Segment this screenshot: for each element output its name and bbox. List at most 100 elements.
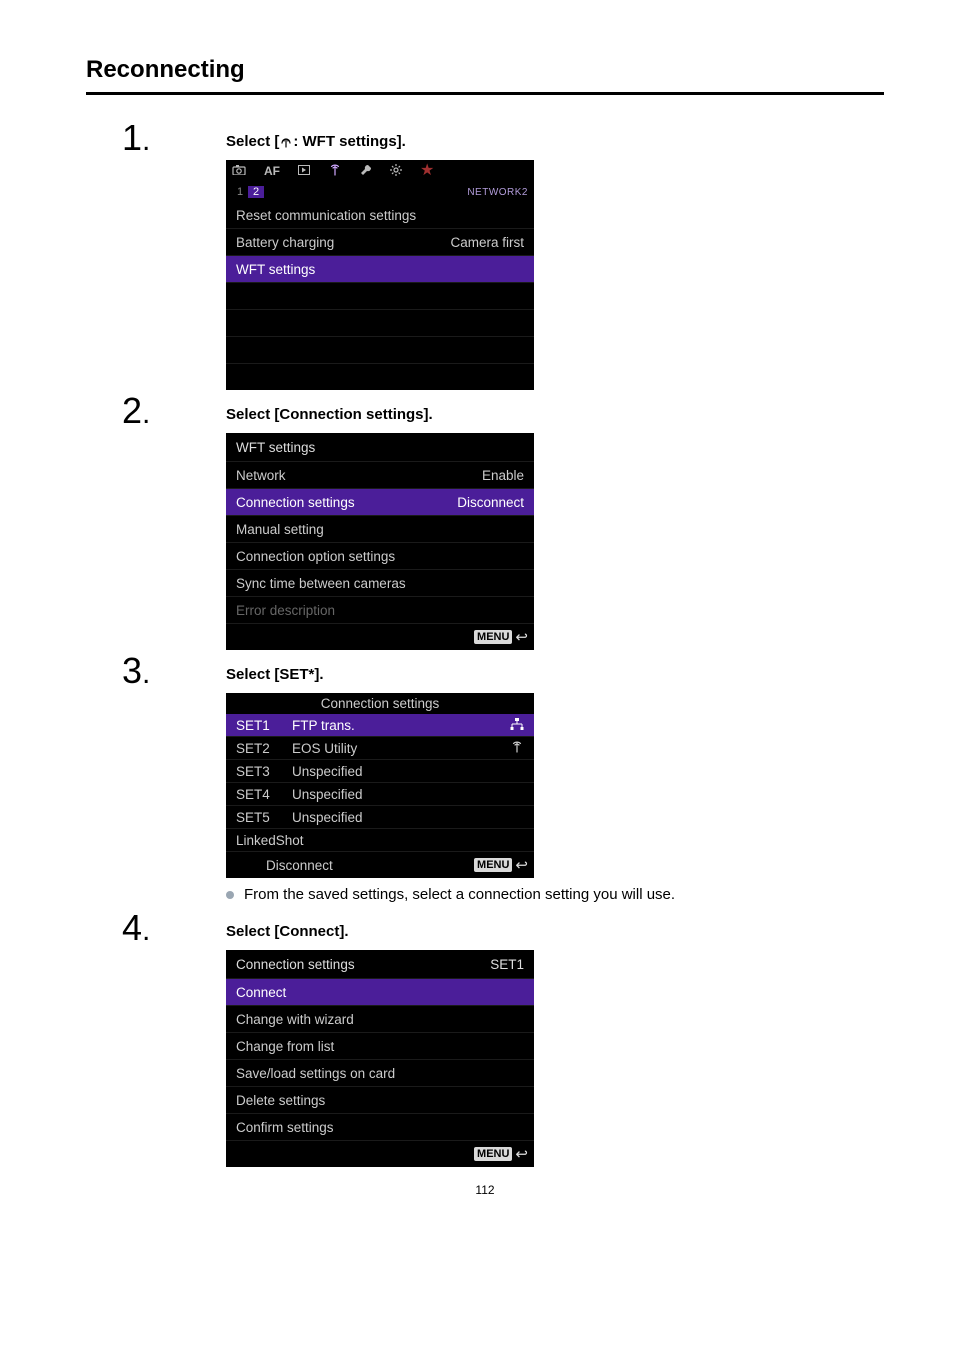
play-icon [298, 164, 310, 178]
menu-row-change-wizard: Change with wizard [226, 1006, 534, 1033]
set-value: Unspecified [292, 810, 363, 825]
empty-row [226, 310, 534, 337]
set-row-set4: SET4 Unspecified [226, 783, 534, 806]
menu-row-change-list: Change from list [226, 1033, 534, 1060]
step-4-instruction: Select [Connect]. [226, 923, 884, 940]
camera-screen-network-tab: AF ★ 1 2 NETWORK2 [226, 160, 534, 390]
step-3: 3 Select [SET*]. Connection settings SET… [170, 666, 884, 903]
row-text: Change from list [236, 1039, 334, 1054]
step-4: 4 Select [Connect]. Connection settings … [170, 923, 884, 1167]
set-label: LinkedShot [236, 833, 304, 848]
set-row-set1: SET1 FTP trans. [226, 714, 534, 737]
star-icon: ★ [420, 166, 434, 176]
step-number: 3 [122, 650, 150, 692]
row-text: WFT settings [236, 262, 315, 277]
antenna-icon [510, 741, 524, 756]
step-number: 2 [122, 390, 150, 432]
row-text: Confirm settings [236, 1120, 334, 1135]
page-number: 112 [86, 1183, 884, 1197]
header-text: WFT settings [236, 440, 315, 455]
camera-screen-connection-settings: Connection settings SET1 FTP trans. SET2… [226, 693, 534, 878]
set-label: SET2 [236, 741, 278, 756]
menu-row-network: Network Enable [226, 462, 534, 489]
row-text: Connection settings [236, 495, 355, 510]
row-text: Sync time between cameras [236, 576, 406, 591]
step-2: 2 Select [Connection settings]. WFT sett… [170, 406, 884, 650]
antenna-icon [279, 136, 293, 151]
tab-bar: AF ★ [226, 160, 534, 182]
empty-row [226, 364, 534, 390]
set-label: SET3 [236, 764, 278, 779]
menu-label: MENU [474, 1147, 512, 1161]
set-row-set3: SET3 Unspecified [226, 760, 534, 783]
bullet-icon [226, 891, 234, 899]
set-label: SET5 [236, 810, 278, 825]
row-text: Connection option settings [236, 549, 395, 564]
menu-row-reset-comm: Reset communication settings [226, 202, 534, 229]
menu-label: MENU [474, 630, 512, 644]
row-value: Disconnect [457, 495, 524, 510]
subtab-1: 1 [232, 186, 248, 198]
empty-row [226, 337, 534, 364]
menu-row-confirm-settings: Confirm settings [226, 1114, 534, 1141]
set-value: EOS Utility [292, 741, 357, 756]
set-value: FTP trans. [292, 718, 355, 733]
cog-icon [390, 164, 402, 179]
menu-row-save-load: Save/load settings on card [226, 1060, 534, 1087]
subtab-label: NETWORK2 [467, 187, 528, 198]
menu-return: MENU ↩ [226, 624, 534, 650]
set-label: SET1 [236, 718, 278, 733]
return-icon: ↩ [515, 628, 528, 646]
return-icon: ↩ [515, 1145, 528, 1163]
menu-return-badge: MENU ↩ [474, 1145, 528, 1163]
subtab-2: 2 [248, 186, 264, 198]
set-value: Unspecified [292, 764, 363, 779]
wrench-icon [360, 164, 372, 179]
header-right: SET1 [490, 957, 524, 972]
menu-row-battery-charging: Battery charging Camera first [226, 229, 534, 256]
screen-header: Connection settings [226, 693, 534, 714]
menu-return: MENU ↩ [226, 1141, 534, 1167]
af-tab-icon: AF [264, 164, 280, 178]
set-row-set5: SET5 Unspecified [226, 806, 534, 829]
page-title: Reconnecting [86, 56, 884, 95]
empty-row [226, 283, 534, 310]
return-icon: ↩ [515, 856, 528, 874]
menu-row-sync-time: Sync time between cameras [226, 570, 534, 597]
menu-row-delete-settings: Delete settings [226, 1087, 534, 1114]
menu-row-wft-settings: WFT settings [226, 256, 534, 283]
step-2-instruction: Select [Connection settings]. [226, 406, 884, 423]
step-3-instruction: Select [SET*]. [226, 666, 884, 683]
tab-sub-bar: 1 2 NETWORK2 [226, 182, 534, 202]
menu-row-connection-settings: Connection settings Disconnect [226, 489, 534, 516]
row-value: Camera first [450, 235, 524, 250]
screen-header: WFT settings [226, 433, 534, 462]
antenna-tab-icon [328, 164, 342, 179]
row-text: Connect [236, 985, 286, 1000]
step-3-note: From the saved settings, select a connec… [226, 886, 884, 903]
camera-icon [232, 164, 246, 178]
camera-screen-connect: Connection settings SET1 Connect Change … [226, 950, 534, 1167]
row-text: Manual setting [236, 522, 324, 537]
menu-row-conn-option: Connection option settings [226, 543, 534, 570]
row-text: Error description [236, 603, 335, 618]
row-text: Delete settings [236, 1093, 325, 1108]
instr-prefix: Select [ [226, 133, 279, 150]
set-row-linkedshot: LinkedShot [226, 829, 534, 852]
row-text: Battery charging [236, 235, 334, 250]
footer-disconnect: Disconnect [266, 858, 333, 873]
row-text: Reset communication settings [236, 208, 416, 223]
menu-row-error-desc: Error description [226, 597, 534, 624]
step-number: 4 [122, 907, 150, 949]
row-value: Enable [482, 468, 524, 483]
menu-return-badge: MENU ↩ [474, 628, 528, 646]
screen-header: Connection settings SET1 [226, 950, 534, 979]
set-value: Unspecified [292, 787, 363, 802]
camera-screen-wft-settings: WFT settings Network Enable Connection s… [226, 433, 534, 650]
menu-return-badge: MENU ↩ [474, 856, 528, 874]
lan-icon [510, 718, 524, 733]
set-row-set2: SET2 EOS Utility [226, 737, 534, 760]
row-text: Change with wizard [236, 1012, 354, 1027]
instr-suffix: : WFT settings]. [293, 133, 406, 150]
menu-row-connect: Connect [226, 979, 534, 1006]
